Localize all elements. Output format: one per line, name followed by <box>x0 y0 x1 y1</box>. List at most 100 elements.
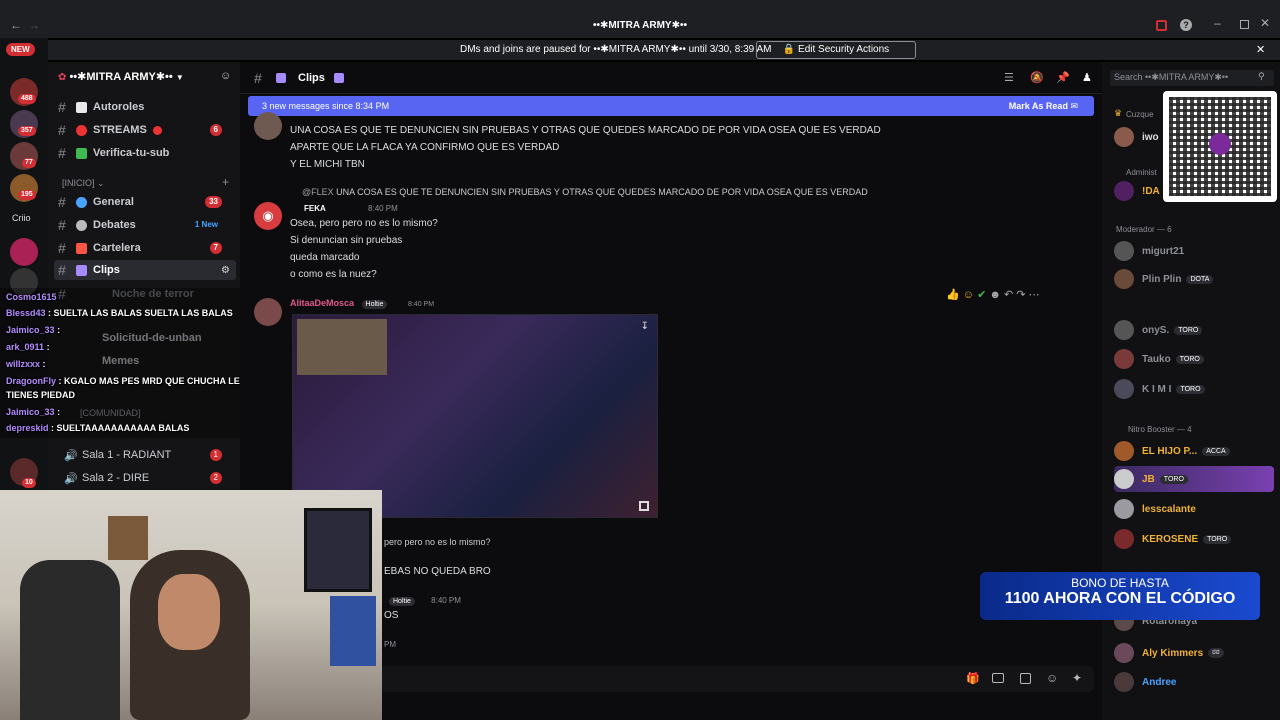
threads-icon[interactable]: ☰ <box>1004 71 1014 84</box>
channel-label: Clips <box>93 264 120 276</box>
overlay-chat-line: willzxxx : <box>6 359 46 369</box>
add-reaction-icon[interactable]: ☻ <box>989 289 1001 301</box>
section-moderador: Moderador — 6 <box>1116 225 1172 234</box>
member-name: KEROSENE <box>1142 533 1199 545</box>
channel-clips[interactable]: # Clips ⚙ <box>54 260 236 280</box>
security-banner: DMs and joins are paused for ••✱MITRA AR… <box>48 40 1280 60</box>
mute-icon[interactable]: 🔕 <box>1030 71 1044 84</box>
promo-banner: BONO DE HASTA 1100 AHORA CON EL CÓDIGO <box>980 572 1260 620</box>
channel-verifica[interactable]: # Verifica-tu-sub <box>58 143 230 163</box>
channel-emoji-icon <box>76 242 87 254</box>
avatar[interactable] <box>254 112 282 140</box>
forward-message-icon[interactable]: ↷ <box>1016 289 1025 301</box>
reply-icon[interactable]: ↶ <box>1004 289 1013 301</box>
hashtag-icon: # <box>58 240 66 256</box>
category-inicio[interactable]: [INICIO] ⌄ <box>62 178 105 189</box>
member-item[interactable]: KEROSENE TORO <box>1114 526 1232 552</box>
maximize-button[interactable] <box>1240 20 1249 29</box>
hashtag-icon: # <box>58 99 66 115</box>
video-embed[interactable]: ↧ <box>292 314 658 518</box>
member-item[interactable]: Aly Kimmers ಠಠ <box>1114 640 1224 666</box>
apps-icon[interactable]: ✦ <box>1072 671 1082 685</box>
mark-as-read-button[interactable]: Mark As Read ✉ <box>1009 101 1078 112</box>
fullscreen-icon[interactable] <box>639 501 649 511</box>
role-tag: TORO <box>1174 325 1203 335</box>
back-icon[interactable]: ← <box>10 18 22 32</box>
emoji-icon[interactable]: ☺ <box>1046 671 1058 685</box>
inbox-icon[interactable] <box>1156 20 1167 31</box>
member-item[interactable]: Tauko TORO <box>1114 346 1204 372</box>
voice-sala2[interactable]: 🔊 Sala 2 - DIRE 2 <box>58 468 230 488</box>
reaction-thumbs-icon[interactable]: 👍 <box>946 289 960 301</box>
voice-label: Sala 1 - RADIANT <box>82 449 172 461</box>
avatar <box>1114 349 1134 369</box>
avatar <box>1114 379 1134 399</box>
channel-streams[interactable]: # STREAMS 6 <box>58 120 230 140</box>
author-name[interactable]: FEKA <box>304 204 326 213</box>
hashtag-icon: # <box>58 145 66 161</box>
server-badge: 77 <box>22 158 36 168</box>
member-item[interactable]: Andree <box>1114 669 1176 695</box>
sticker-icon[interactable] <box>1020 673 1031 684</box>
member-item[interactable]: !DA <box>1114 178 1160 204</box>
channel-emoji-icon <box>76 196 87 208</box>
close-banner-icon[interactable]: ✕ <box>1256 43 1265 56</box>
settings-icon[interactable]: ⚙ <box>221 265 230 276</box>
reaction-check-icon[interactable]: ✔ <box>977 289 986 301</box>
channel-debates[interactable]: # Debates 1 New <box>58 215 230 235</box>
discord-avatar[interactable]: ◉ <box>254 202 282 230</box>
close-window-button[interactable]: ✕ <box>1260 16 1270 30</box>
avatar <box>1114 529 1134 549</box>
new-badge[interactable]: NEW <box>6 43 35 56</box>
channel-general[interactable]: # General 33 <box>58 192 230 212</box>
avatar[interactable] <box>254 298 282 326</box>
add-channel-icon[interactable]: + <box>222 175 229 189</box>
add-member-icon[interactable]: ☺ <box>220 70 231 82</box>
chat-user: Jaimico_33 <box>6 407 55 417</box>
role-tag: TORO <box>1175 354 1204 364</box>
gif-icon[interactable] <box>992 673 1004 683</box>
server-icon[interactable] <box>10 238 38 266</box>
author-name[interactable]: AlitaaDeMosca <box>290 298 354 308</box>
chat-user: DragoonFly <box>6 376 57 386</box>
channel-cartelera[interactable]: # Cartelera 7 <box>58 238 230 258</box>
reaction-laugh-icon[interactable]: ☺ <box>963 289 974 301</box>
reply-preview[interactable]: @FLEX UNA COSA ES QUE TE DENUNCIEN SIN P… <box>290 187 868 197</box>
channel-emoji-icon <box>76 147 87 159</box>
overlay-chat-line: DragoonFly : KGALO MAS PES MRD QUE CHUCH… <box>6 376 240 386</box>
member-item[interactable]: JB TORO <box>1114 466 1274 492</box>
member-item[interactable]: lesscalante <box>1114 496 1196 522</box>
webcam-feed <box>0 490 382 720</box>
forward-icon[interactable]: → <box>28 18 40 32</box>
channel-autoroles[interactable]: # Autoroles <box>58 97 230 117</box>
server-label: Criio <box>12 213 31 223</box>
voice-sala1[interactable]: 🔊 Sala 1 - RADIANT 1 <box>58 445 230 465</box>
edit-security-actions-button[interactable]: 🔒 Edit Security Actions <box>756 41 916 59</box>
member-item[interactable]: EL HIJO P... ACCA <box>1114 438 1230 464</box>
member-item[interactable]: migurt21 <box>1114 238 1184 264</box>
members-icon[interactable]: ♟ <box>1082 71 1092 84</box>
message-composer[interactable]: 🎁 ☺ ✦ <box>380 666 1094 692</box>
member-item[interactable]: K I M I TORO <box>1114 376 1205 402</box>
minimize-button[interactable]: – <box>1214 16 1221 30</box>
mark-read-label: Mark As Read <box>1008 101 1068 111</box>
hashtag-icon: # <box>254 70 262 86</box>
help-icon[interactable]: ? <box>1180 19 1192 31</box>
member-item[interactable]: Plin Plin DOTA <box>1114 266 1214 292</box>
avatar <box>1114 127 1134 147</box>
member-item[interactable]: onyS. TORO <box>1114 317 1203 343</box>
new-messages-bar[interactable]: 3 new messages since 8:34 PM Mark As Rea… <box>248 96 1094 116</box>
member-item[interactable]: iwo <box>1114 124 1159 150</box>
category-label: [INICIO] <box>62 178 95 188</box>
chat-text: : <box>57 325 61 335</box>
hashtag-icon: # <box>58 262 66 278</box>
message-line: OS <box>384 610 399 621</box>
more-icon[interactable]: ⋯ <box>1029 289 1040 301</box>
download-icon[interactable]: ↧ <box>641 321 649 332</box>
pin-icon[interactable]: 📌 <box>1056 71 1070 84</box>
channel-emoji-icon <box>152 125 162 135</box>
search-input[interactable]: Search ••✱MITRA ARMY✱•• <box>1110 70 1274 86</box>
gift-icon[interactable]: 🎁 <box>966 672 980 685</box>
server-header[interactable]: ✿ ••✱MITRA ARMY✱•• ▼ <box>58 70 228 86</box>
voice-label: Sala 2 - DIRE <box>82 472 150 484</box>
